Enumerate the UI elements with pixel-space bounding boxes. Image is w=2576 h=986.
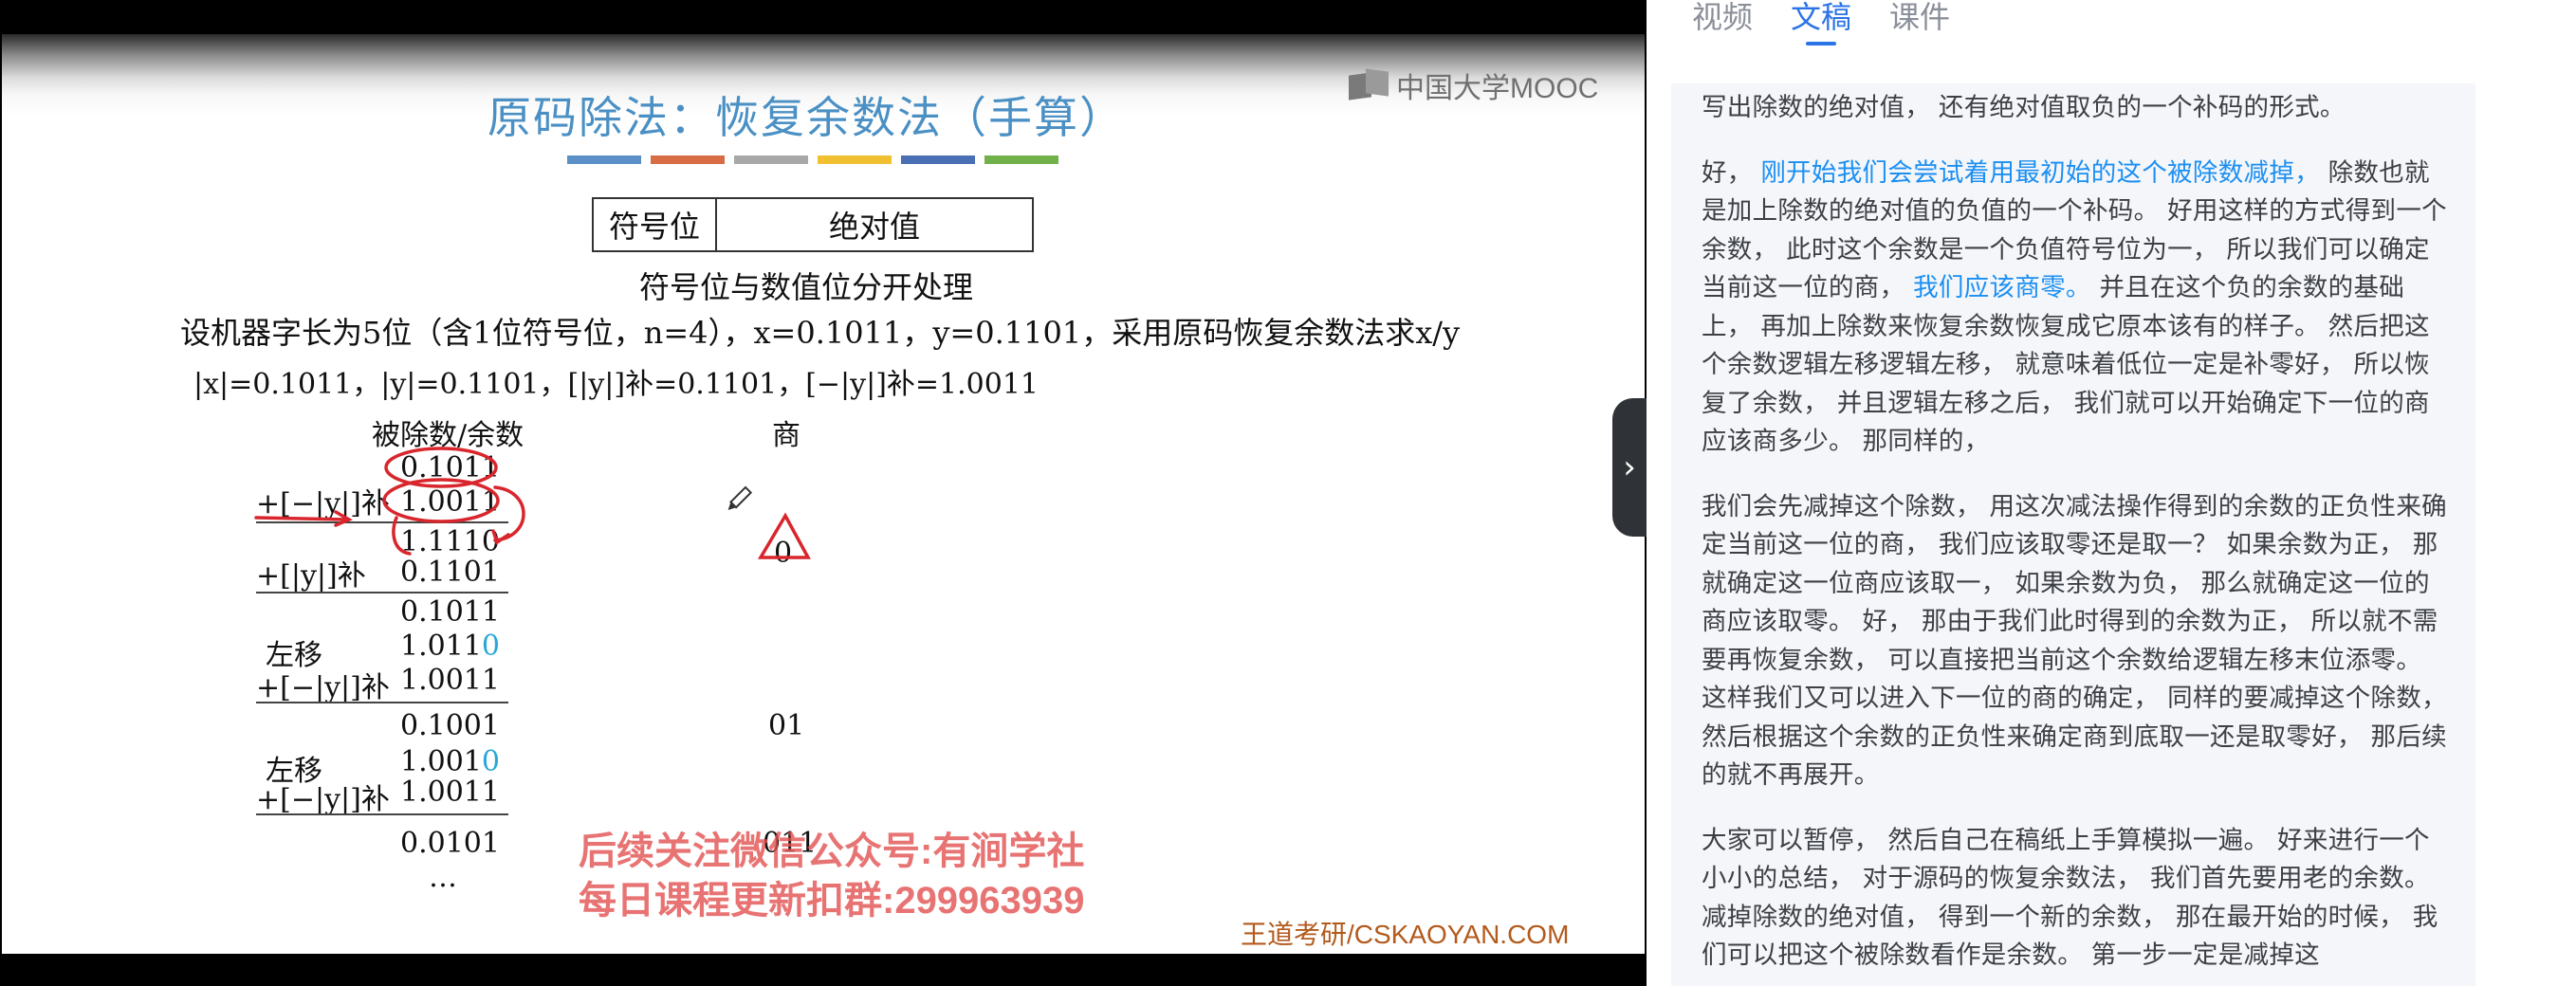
pencil-icon [727,485,753,511]
promo-watermark: 后续关注微信公众号:有涧学社 每日课程更新扣群:299963939 [579,827,1085,925]
video-player[interactable]: 中国大学MOOC 原码除法：恢复余数法（手算） 符号位 绝对值 符号位与数值位分… [0,0,1647,986]
handwritten-annotations [254,447,811,559]
operation-label: +[−|y|]补 [256,783,390,816]
quotient-row: 01 [768,709,805,742]
sum-rule [256,521,508,523]
color-bar-segment [984,155,1058,164]
slide-title: 原码除法：恢复余数法（手算） [488,92,1125,143]
sign-bit-cell: 符号位 [594,199,717,250]
watermark-line: 每日课程更新扣群:299963939 [579,880,1085,922]
tab-video[interactable]: 视频 [1692,0,1753,38]
shifted-row: 1.0110 [400,630,500,663]
chevron-right-icon: › [1623,448,1636,486]
color-bar [567,155,1058,164]
operand-row: 0.1101 [400,556,500,589]
sum-rule [256,592,508,593]
lecture-slide: 中国大学MOOC 原码除法：恢复余数法（手算） 符号位 绝对值 符号位与数值位分… [2,34,1645,954]
sum-rule [256,813,508,815]
remainder-row: 0.1011 [400,451,500,484]
appended-zero: 0 [481,745,500,778]
quotient-row: 0 [774,537,793,570]
transcript-panel[interactable]: 写出除数的绝对值， 还有绝对值取负的一个补码的形式。 好， 刚开始我们会尝试着用… [1671,83,2475,986]
color-bar-segment [734,155,808,164]
remainder-row: 1.1110 [400,525,500,558]
continuation-ellipsis: … [429,861,457,894]
panel-tabs: 视频 文稿 课件 [1692,0,1950,46]
operation-label: +[|y|]补 [256,559,366,593]
sum-rule [256,702,508,703]
problem-statement: 设机器字长为5位（含1位符号位，n=4），x=0.1011，y=0.1101，采… [180,315,1461,351]
shifted-row: 1.0010 [400,745,500,778]
dividend-remainder-heading: 被除数/余数 [372,419,524,452]
absolute-value-cell: 绝对值 [828,209,920,245]
tab-transcript[interactable]: 文稿 [1791,0,1851,46]
operand-row: 1.0011 [400,776,500,809]
operand-row: 1.0011 [400,485,500,519]
transcript-paragraph: 写出除数的绝对值， 还有绝对值取负的一个补码的形式。 [1702,93,2346,122]
operation-label: +[−|y|]补 [256,487,390,520]
note-text: 符号位与数值位分开处理 [638,269,973,305]
color-bar-segment [818,155,892,164]
watermark-line: 后续关注微信公众号:有涧学社 [579,831,1085,872]
appended-zero: 0 [481,630,500,663]
color-bar-segment [901,155,975,164]
highlighted-sentence[interactable]: 我们应该商零。 [1913,273,2091,302]
quotient-heading: 商 [772,419,800,452]
operand-row: 1.0011 [400,664,500,697]
highlighted-sentence[interactable]: 刚开始我们会尝试着用最初始的这个被除数减掉， [1760,158,2320,188]
site-watermark: 王道考研/CSKAOYAN.COM [1241,920,1570,949]
tab-courseware[interactable]: 课件 [1889,0,1950,38]
remainder-row: 0.1001 [400,709,500,742]
color-bar-segment [567,155,641,164]
transcript-paragraph: 大家可以暂停， 然后自己在稿纸上手算模拟一遍。 好来进行一个小小的总结， 对于源… [1702,825,2438,971]
transcript-paragraph: 我们会先减掉这个除数， 用这次减法操作得到的余数的正负性来确定当前这一位的商， … [1702,491,2447,791]
collapse-panel-button[interactable]: › [1612,398,1647,537]
operation-label: +[−|y|]补 [256,671,390,704]
sign-magnitude-header-table: 符号位 绝对值 [592,197,1034,252]
remainder-row: 0.1011 [400,595,500,629]
remainder-row: 0.0101 [400,827,500,860]
operand-values: |x|=0.1011，|y|=0.1101，[|y|]补=0.1101，[−|y… [193,368,1040,401]
transcript-paragraph: 好， 刚开始我们会尝试着用最初始的这个被除数减掉， 除数也就是加上除数的绝对值的… [1702,157,2447,457]
color-bar-segment [651,155,725,164]
